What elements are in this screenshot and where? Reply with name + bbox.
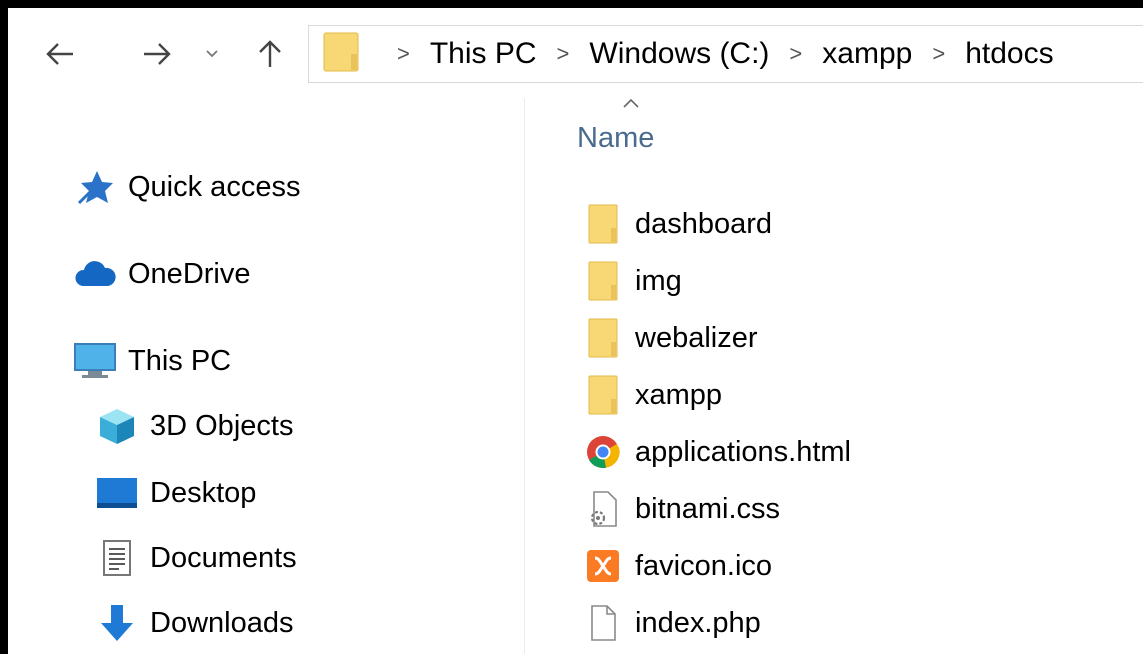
blank-file-icon: [583, 601, 623, 645]
nav-item-onedrive[interactable]: OneDrive: [72, 252, 251, 296]
forward-button[interactable]: [135, 34, 179, 74]
file-row[interactable]: favicon.ico: [583, 543, 772, 589]
breadcrumb-separator: >: [932, 41, 946, 66]
back-button[interactable]: [38, 34, 82, 74]
nav-item-3d-objects[interactable]: 3D Objects: [94, 404, 293, 448]
chevron-down-icon: [206, 50, 218, 58]
breadcrumb-windows-c[interactable]: Windows (C:): [589, 37, 769, 71]
folder-icon: [583, 259, 623, 303]
breadcrumb-separator: >: [397, 41, 410, 66]
file-row[interactable]: xampp: [583, 372, 722, 418]
nav-item-label: This PC: [128, 344, 232, 377]
settings-file-icon: [583, 487, 623, 531]
up-button[interactable]: [248, 34, 292, 74]
file-name: webalizer: [635, 321, 758, 354]
file-explorer-window: > This PC > Windows (C:) > xampp > htdoc…: [8, 8, 1143, 654]
cloud-icon: [72, 254, 118, 294]
recent-locations-dropdown[interactable]: [200, 34, 224, 74]
file-name: favicon.ico: [635, 549, 773, 582]
file-name: img: [635, 264, 682, 297]
nav-item-this-pc[interactable]: This PC: [72, 339, 231, 383]
breadcrumb-xampp[interactable]: xampp: [822, 37, 912, 71]
breadcrumb-separator: >: [789, 41, 803, 66]
folder-icon: [583, 202, 623, 246]
sort-ascending-icon[interactable]: [621, 96, 641, 114]
folder-icon: [323, 32, 359, 77]
nav-item-downloads[interactable]: Downloads: [94, 601, 293, 645]
nav-item-label: 3D Objects: [150, 409, 294, 442]
folder-icon: [583, 373, 623, 417]
column-header-name[interactable]: Name: [577, 122, 654, 155]
desktop-icon: [94, 473, 140, 513]
nav-item-label: Documents: [150, 541, 297, 574]
nav-item-documents[interactable]: Documents: [94, 536, 297, 580]
breadcrumb-htdocs[interactable]: htdocs: [965, 37, 1053, 71]
file-row[interactable]: img: [583, 258, 682, 304]
file-row[interactable]: dashboard: [583, 201, 772, 247]
nav-item-desktop[interactable]: Desktop: [94, 471, 256, 515]
address-bar[interactable]: > This PC > Windows (C:) > xampp > htdoc…: [308, 25, 1143, 83]
xampp-logo-icon: [583, 544, 623, 588]
navigation-pane: Quick access OneDrive This PC 3D Objects…: [8, 98, 525, 654]
download-arrow-icon: [94, 603, 140, 643]
file-row[interactable]: webalizer: [583, 315, 758, 361]
address-toolbar: > This PC > Windows (C:) > xampp > htdoc…: [8, 8, 1143, 98]
file-list-pane: Name dashboard img webalizer xampp appli…: [525, 98, 1143, 654]
back-arrow-icon: [46, 43, 73, 65]
nav-item-label: OneDrive: [128, 257, 251, 290]
file-name: xampp: [635, 378, 723, 411]
nav-item-label: Downloads: [150, 606, 294, 639]
breadcrumb-this-pc[interactable]: This PC: [430, 37, 537, 71]
file-name: index.php: [635, 606, 761, 639]
nav-item-label: Desktop: [150, 476, 257, 509]
folder-icon: [583, 316, 623, 360]
file-name: bitnami.css: [635, 492, 781, 525]
nav-item-label: Quick access: [128, 170, 301, 203]
nav-item-quick-access[interactable]: Quick access: [72, 165, 300, 209]
monitor-icon: [72, 341, 118, 381]
forward-arrow-icon: [144, 43, 171, 65]
file-name: dashboard: [635, 207, 773, 240]
up-arrow-icon: [259, 40, 281, 67]
file-row[interactable]: index.php: [583, 600, 761, 646]
file-name: applications.html: [635, 435, 851, 468]
document-icon: [94, 538, 140, 578]
chrome-icon: [583, 430, 623, 474]
star-pin-icon: [72, 167, 118, 207]
breadcrumb-separator: >: [556, 41, 570, 66]
cube-icon: [94, 406, 140, 446]
file-row[interactable]: bitnami.css: [583, 486, 780, 532]
file-row[interactable]: applications.html: [583, 429, 851, 475]
